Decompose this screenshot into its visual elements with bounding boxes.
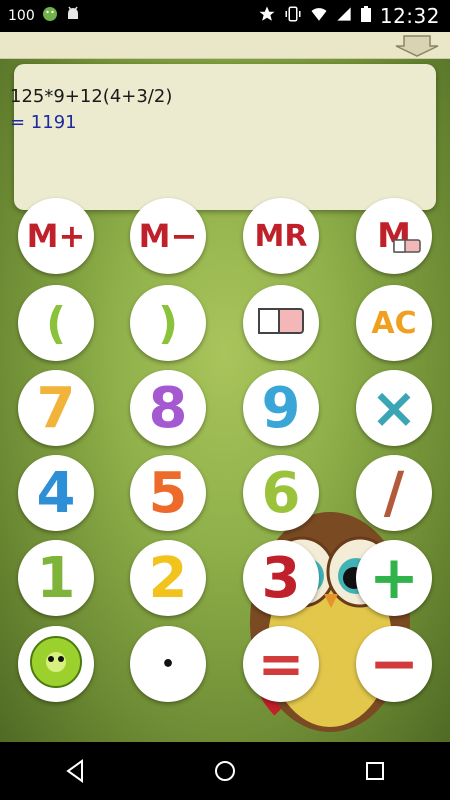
- digit-7-button[interactable]: 7: [18, 370, 94, 446]
- memory-add-button[interactable]: M+: [18, 198, 94, 274]
- minus-button[interactable]: −: [356, 626, 432, 702]
- signal-icon: [336, 6, 352, 27]
- star-icon: [258, 5, 276, 28]
- digit-9-button[interactable]: 9: [243, 370, 319, 446]
- result-text: = 1191: [10, 112, 77, 133]
- plus-button[interactable]: +: [356, 540, 432, 616]
- memory-recall-button[interactable]: MR: [243, 198, 319, 274]
- home-icon[interactable]: [195, 751, 255, 791]
- memory-clear-button[interactable]: M: [356, 198, 432, 274]
- digit-2-button[interactable]: 2: [130, 540, 206, 616]
- top-strip: [0, 32, 450, 59]
- open-paren-button[interactable]: (: [18, 285, 94, 361]
- collapse-arrow-icon[interactable]: [390, 34, 444, 58]
- clear-button[interactable]: [243, 285, 319, 361]
- vibrate-icon: [284, 5, 302, 28]
- digit-8-button[interactable]: 8: [130, 370, 206, 446]
- digit-3-button[interactable]: 3: [243, 540, 319, 616]
- digit-4-button[interactable]: 4: [18, 455, 94, 531]
- android-icon: [41, 5, 59, 27]
- digit-0-button[interactable]: 0: [18, 626, 94, 702]
- equals-button[interactable]: =: [243, 626, 319, 702]
- digit-1-button[interactable]: 1: [18, 540, 94, 616]
- wifi-icon: [310, 5, 328, 28]
- divide-button[interactable]: /: [356, 455, 432, 531]
- status-bar: 100 12:32: [0, 0, 450, 32]
- navigation-bar: [0, 742, 450, 800]
- battery-icon: [360, 5, 372, 28]
- digit-5-button[interactable]: 5: [130, 455, 206, 531]
- eraser-icon: [255, 303, 307, 343]
- all-clear-button[interactable]: AC: [356, 285, 432, 361]
- close-paren-button[interactable]: ): [130, 285, 206, 361]
- expression-text: 125*9+12(4+3/2): [10, 86, 173, 107]
- calculator-app: 125*9+12(4+3/2) = 1191 M+ M− MR M () AC…: [0, 32, 450, 742]
- multiply-button[interactable]: ×: [356, 370, 432, 446]
- clock: 12:32: [379, 4, 440, 28]
- decimal-button[interactable]: •: [130, 626, 206, 702]
- android-debug-icon: [65, 6, 81, 26]
- back-icon[interactable]: [45, 751, 105, 791]
- memory-subtract-button[interactable]: M−: [130, 198, 206, 274]
- eraser-icon: [392, 236, 422, 260]
- recents-icon[interactable]: [345, 751, 405, 791]
- digit-6-button[interactable]: 6: [243, 455, 319, 531]
- battery-level-text: 100: [8, 8, 35, 24]
